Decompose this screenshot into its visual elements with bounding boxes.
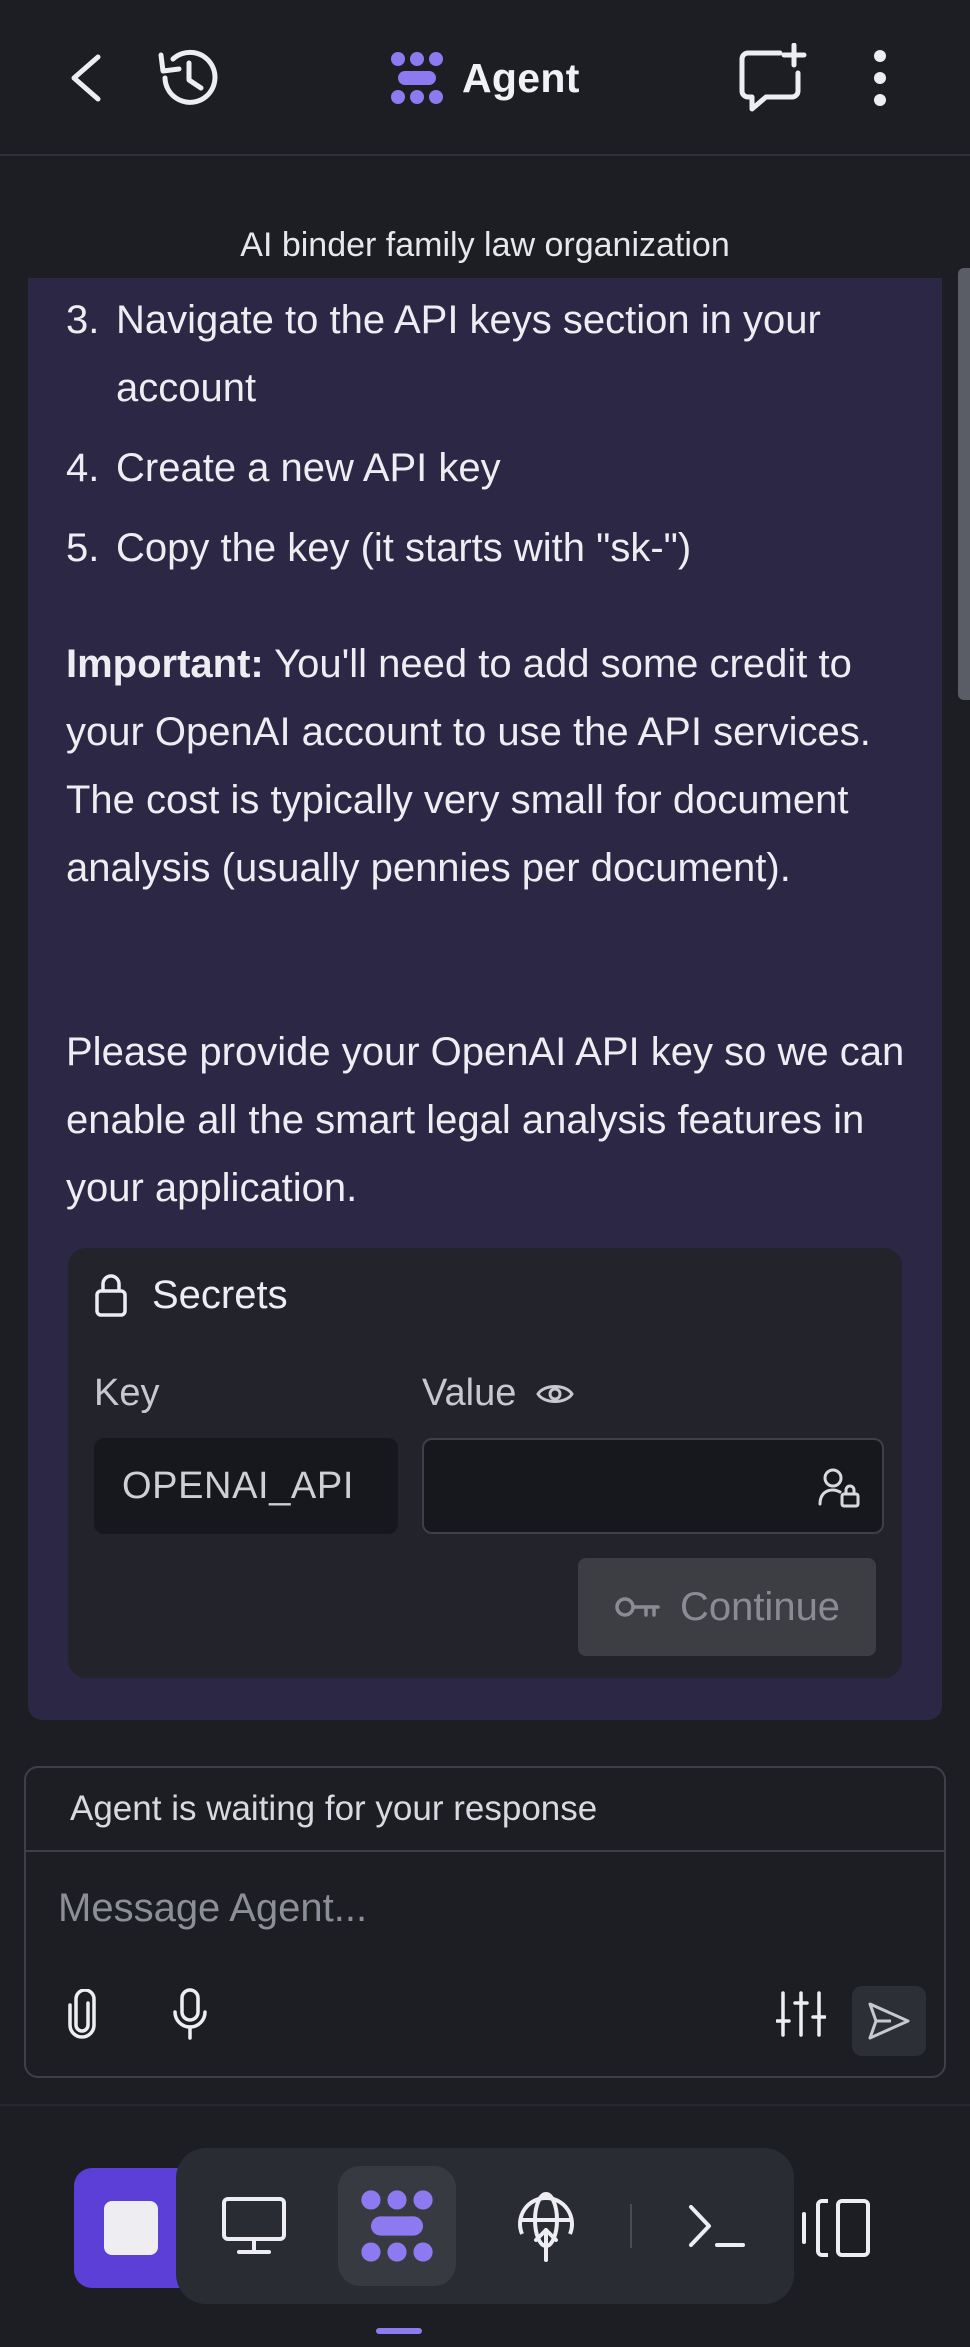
list-text: Copy the key (it starts with "sk-") — [116, 526, 692, 570]
secrets-title: Secrets — [152, 1272, 288, 1317]
settings-sliders-button[interactable] — [766, 1974, 836, 2054]
value-label-text: Value — [422, 1372, 517, 1414]
important-paragraph: Important: You'll need to add some credi… — [66, 630, 916, 902]
value-label: Value — [422, 1372, 575, 1415]
list-number: 3. — [66, 298, 100, 342]
new-chat-button[interactable] — [730, 38, 814, 118]
user-lock-icon — [818, 1468, 860, 1508]
key-icon — [615, 1597, 660, 1617]
terminal-icon — [689, 2205, 745, 2247]
request-paragraph: Please provide your OpenAI API key so we… — [66, 1030, 905, 1210]
lock-icon — [95, 1274, 127, 1317]
agent-chat-screen: Agent AI binder family law organization … — [0, 0, 970, 2347]
send-icon — [868, 2002, 910, 2040]
message-composer: Agent is waiting for your response — [24, 1766, 946, 2078]
top-app-bar: Agent — [0, 0, 970, 156]
secrets-card: Secrets Key Value OPENAI_API Continue — [68, 1248, 902, 1678]
page-title: Agent — [462, 54, 580, 101]
list-item: 3. Navigate to the API keys section in y… — [66, 286, 916, 422]
history-button[interactable] — [148, 38, 228, 118]
panels-icon — [802, 2199, 870, 2257]
dock-divider — [630, 2204, 632, 2248]
attach-button[interactable] — [54, 1974, 110, 2054]
header-title-group: Agent — [390, 44, 580, 112]
deploy-button[interactable] — [496, 2166, 596, 2286]
chat-scrollbar[interactable] — [958, 268, 970, 700]
home-indicator — [376, 2328, 422, 2334]
important-label: Important: — [66, 642, 264, 686]
message-input[interactable] — [58, 1878, 908, 1938]
list-text: Create a new API key — [116, 446, 501, 490]
key-label: Key — [94, 1372, 159, 1415]
new-chat-icon — [739, 43, 807, 112]
list-item: 4. Create a new API key — [66, 434, 916, 502]
more-vertical-icon — [874, 50, 886, 106]
secrets-header: Secrets — [94, 1270, 288, 1320]
list-number: 4. — [66, 446, 100, 490]
monitor-icon — [222, 2197, 286, 2254]
continue-button[interactable]: Continue — [578, 1558, 876, 1656]
back-arrow-icon — [71, 54, 101, 102]
eye-icon[interactable] — [536, 1380, 575, 1408]
list-text: Navigate to the API keys section in your… — [116, 298, 821, 410]
list-item: 5. Copy the key (it starts with "sk-") — [66, 514, 916, 582]
agent-tab-button[interactable] — [338, 2166, 456, 2286]
tool-dock — [176, 2148, 794, 2304]
secret-key-field[interactable]: OPENAI_API — [94, 1438, 398, 1534]
conversation-title: AI binder family law organization — [240, 226, 730, 264]
secret-value-field[interactable] — [422, 1438, 884, 1534]
back-button[interactable] — [56, 40, 116, 116]
stop-icon — [104, 2201, 158, 2255]
agent-logo-icon — [391, 52, 443, 104]
panels-button[interactable] — [796, 2168, 876, 2288]
preview-button[interactable] — [206, 2166, 302, 2286]
send-button[interactable] — [852, 1986, 926, 2056]
microphone-button[interactable] — [162, 1974, 218, 2054]
key-label-text: Key — [94, 1372, 160, 1414]
agent-logo-icon — [361, 2190, 433, 2262]
agent-status-banner: Agent is waiting for your response — [26, 1768, 944, 1852]
globe-upload-icon — [518, 2192, 574, 2262]
microphone-icon — [173, 1988, 207, 2040]
history-icon — [158, 49, 218, 105]
more-options-button[interactable] — [858, 38, 902, 118]
paperclip-icon — [68, 1989, 96, 2039]
list-number: 5. — [66, 526, 100, 570]
continue-label: Continue — [679, 1584, 841, 1629]
sliders-icon — [776, 1991, 826, 2037]
shell-button[interactable] — [672, 2166, 762, 2286]
